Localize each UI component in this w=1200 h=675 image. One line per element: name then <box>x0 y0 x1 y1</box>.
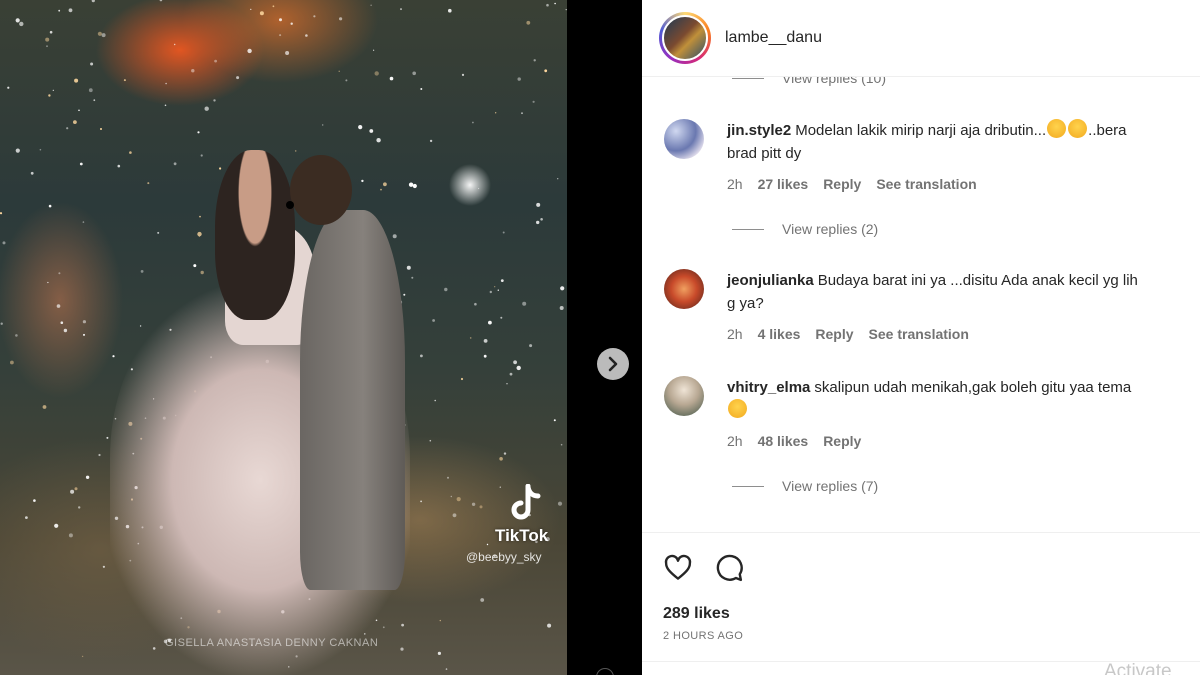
commenter-avatar[interactable] <box>664 269 704 309</box>
comment-body: skalipun udah menikah,gak boleh gitu yaa… <box>814 379 1132 396</box>
comment-text: jeonjulianka Budaya barat ini ya ...disit… <box>727 269 1200 315</box>
comment-likes[interactable]: 48 likes <box>758 433 809 449</box>
avatar[interactable] <box>659 12 711 64</box>
carousel-indicator <box>596 668 614 675</box>
comment-username[interactable]: jin.style2 <box>727 122 791 139</box>
view-replies-button[interactable]: View replies (7) <box>732 478 878 494</box>
comment-username[interactable]: jeonjulianka <box>727 272 814 289</box>
tiktok-label: TikTok <box>495 526 549 545</box>
header-username[interactable]: lambe__danu <box>725 29 822 47</box>
comment-body-continued: ..bera <box>1088 122 1127 139</box>
view-replies-label: View replies (2) <box>782 221 879 237</box>
likes-count[interactable]: 289 likes <box>663 605 730 623</box>
comment-body: Modelan lakik mirip narji aja dributin..… <box>795 122 1047 139</box>
see-translation-button[interactable]: See translation <box>869 326 969 342</box>
replies-line <box>732 77 764 79</box>
comments-list[interactable]: View replies (10) jin.style2 Modelan laki… <box>642 77 1200 532</box>
see-translation-button[interactable]: See translation <box>876 176 976 192</box>
comment-meta: 2h 4 likes Reply See translation <box>727 326 969 342</box>
comment-time: 2h <box>727 326 743 342</box>
comment-meta: 2h 27 likes Reply See translation <box>727 176 977 192</box>
comment-likes[interactable]: 27 likes <box>758 176 809 192</box>
view-replies-label: View replies (7) <box>782 478 879 494</box>
comment-body-line2: brad pitt dy <box>727 145 802 162</box>
tiktok-handle: @beebyy_sky <box>466 550 542 564</box>
comment-text: vhitry_elma skalipun udah menikah,gak bol… <box>727 376 1200 422</box>
comment-time: 2h <box>727 176 743 192</box>
comment-body: Budaya barat ini ya ...disitu Ada anak k… <box>817 272 1138 289</box>
next-media-button[interactable] <box>597 348 629 380</box>
comment-icon[interactable] <box>714 553 744 583</box>
view-replies-button[interactable]: View replies (2) <box>732 221 878 237</box>
groom-head <box>290 155 352 225</box>
avatar-image <box>662 15 708 61</box>
comment-meta: 2h 48 likes Reply <box>727 433 861 449</box>
tiktok-logo-icon <box>511 484 541 520</box>
post-actions: 289 likes 2 HOURS AGO <box>642 532 1200 662</box>
comment-likes[interactable]: 4 likes <box>758 326 801 342</box>
bride-head <box>215 150 295 320</box>
comment-body-line2: g ya? <box>727 295 764 312</box>
commenter-avatar[interactable] <box>664 119 704 159</box>
replies-line <box>732 228 764 230</box>
reply-button[interactable]: Reply <box>815 326 853 342</box>
media-pane: TikTok @beebyy_sky GISELLA ANASTASIA DEN… <box>0 0 642 675</box>
post-header: lambe__danu <box>642 0 1200 77</box>
replies-line <box>732 485 764 487</box>
laughing-emoji-icon <box>1047 119 1067 138</box>
grinning-emoji-icon <box>728 399 747 418</box>
post-timestamp: 2 HOURS AGO <box>663 630 744 642</box>
comment-time: 2h <box>727 433 743 449</box>
activate-watermark: Activate <box>1104 661 1172 675</box>
comment-username[interactable]: vhitry_elma <box>727 379 810 396</box>
view-replies-button[interactable]: View replies (10) <box>732 77 886 86</box>
laughing-emoji-icon <box>1068 119 1088 138</box>
commenter-avatar[interactable] <box>664 376 704 416</box>
chevron-right-icon <box>608 356 618 372</box>
view-replies-label: View replies (10) <box>782 77 887 86</box>
reply-button[interactable]: Reply <box>823 176 861 192</box>
video-caption: GISELLA ANASTASIA DENNY CAKNAN <box>165 637 379 649</box>
heart-icon[interactable] <box>663 553 693 583</box>
groom-suit <box>300 210 405 590</box>
cursor-dot <box>286 201 294 209</box>
post-panel: lambe__danu View replies (10) jin.style2… <box>642 0 1200 675</box>
reply-button[interactable]: Reply <box>823 433 861 449</box>
comment-text: jin.style2 Modelan lakik mirip narji aja … <box>727 119 1200 165</box>
video-player[interactable]: TikTok @beebyy_sky GISELLA ANASTASIA DEN… <box>0 0 567 675</box>
